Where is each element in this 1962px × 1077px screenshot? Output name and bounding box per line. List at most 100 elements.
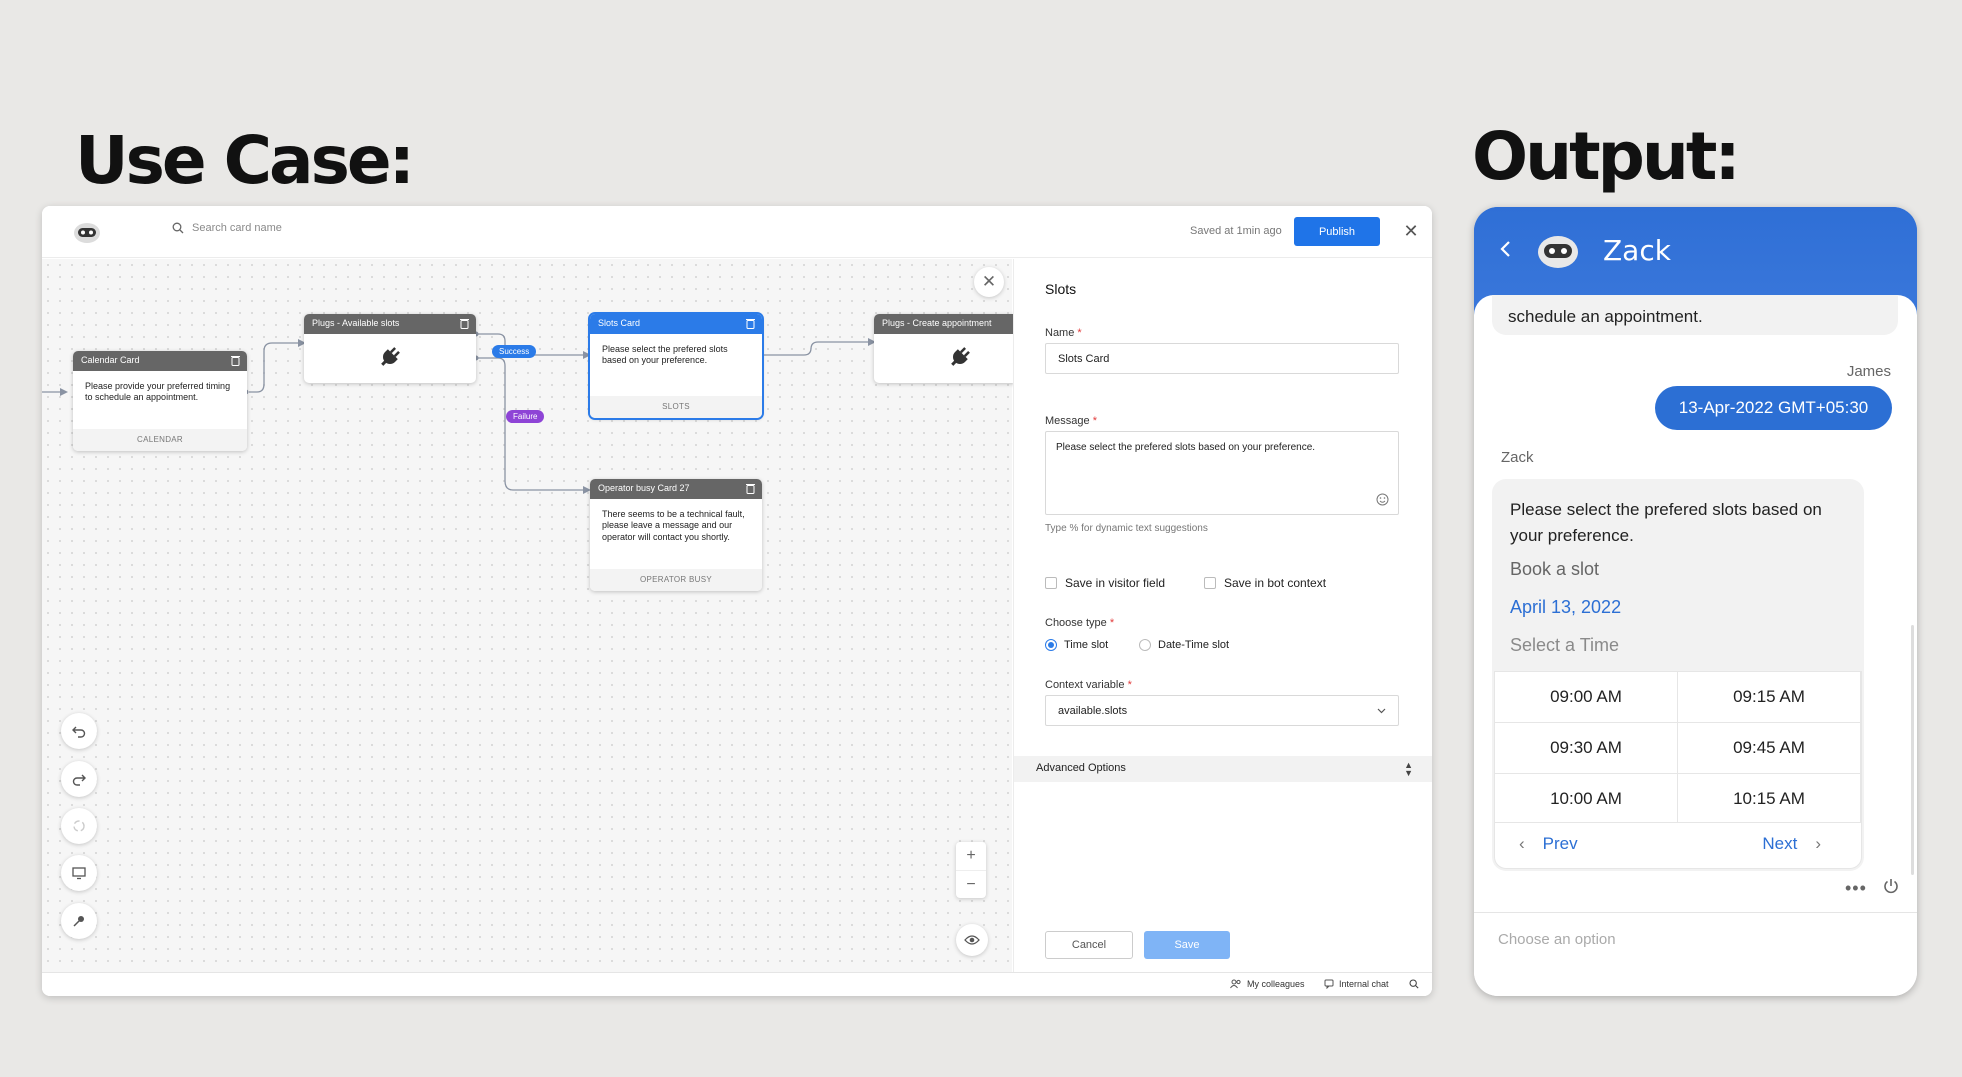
bot-avatar <box>1538 236 1578 268</box>
redo-icon <box>72 774 86 786</box>
chevron-down-icon <box>1377 708 1386 714</box>
time-slot-grid: 09:00 AM 09:15 AM 09:30 AM 09:45 AM 10:0… <box>1494 671 1862 825</box>
advanced-options-toggle[interactable]: Advanced Options ▲ ▼ <box>1014 756 1432 782</box>
top-bar: Search card name Saved at 1min ago Publi… <box>42 206 1432 258</box>
card-title: Operator busy Card 27 <box>598 483 690 493</box>
close-panel-icon[interactable]: ✕ <box>974 267 1004 297</box>
previous-bot-message: schedule an appointment. <box>1492 295 1898 335</box>
bot-builder-window: Search card name Saved at 1min ago Publi… <box>42 206 1432 996</box>
zoom-in-icon[interactable]: + <box>956 842 986 870</box>
my-colleagues-link[interactable]: My colleagues <box>1230 979 1305 989</box>
saved-status: Saved at 1min ago <box>1190 225 1282 237</box>
card-title: Calendar Card <box>81 355 140 365</box>
user-message: 13-Apr-2022 GMT+05:30 <box>1655 386 1892 430</box>
internal-chat-link[interactable]: Internal chat <box>1324 979 1389 989</box>
status-search-icon[interactable] <box>1409 979 1419 989</box>
undo-button[interactable] <box>61 713 97 749</box>
slots-card[interactable]: Slots Card Please select the prefered sl… <box>588 312 764 420</box>
message-label: Message * <box>1045 415 1097 427</box>
search-icon <box>172 222 184 234</box>
status-bar: My colleagues Internal chat <box>42 972 1432 996</box>
book-slot-label: Book a slot <box>1510 559 1600 579</box>
pin-icon <box>73 916 84 927</box>
save-button[interactable]: Save <box>1144 931 1230 959</box>
slot-pagination: ‹ Prev Next › <box>1494 823 1862 869</box>
operator-busy-card[interactable]: Operator busy Card 27 There seems to be … <box>590 479 762 591</box>
preview-screen-button[interactable] <box>61 855 97 891</box>
cancel-button[interactable]: Cancel <box>1045 931 1133 959</box>
plugs-create-appointment-card[interactable]: Plugs - Create appointment <box>874 314 1024 383</box>
time-slot[interactable]: 09:15 AM <box>1678 672 1861 723</box>
bot-label: Zack <box>1501 449 1534 466</box>
trash-icon[interactable] <box>746 483 755 494</box>
select-time-label: Select a Time <box>1510 635 1620 655</box>
card-message: Please select the prefered slots based o… <box>602 344 728 366</box>
chat-input[interactable]: Choose an option <box>1474 912 1917 996</box>
chat-scrollbar[interactable] <box>1911 625 1914 875</box>
card-title: Plugs - Available slots <box>312 318 400 328</box>
close-icon[interactable]: ✕ <box>1400 220 1422 242</box>
undo-icon <box>72 726 86 738</box>
output-heading: Output: <box>1472 118 1741 195</box>
back-arrow-icon[interactable] <box>1498 237 1514 261</box>
radio-date-time-slot[interactable]: Date-Time slot <box>1139 639 1229 651</box>
card-title: Slots Card <box>598 318 641 328</box>
search-card[interactable]: Search card name <box>172 222 282 234</box>
more-options-icon[interactable]: ••• <box>1845 878 1867 899</box>
chat-icon <box>1324 979 1334 989</box>
card-type-calendar: CALENDAR <box>73 429 247 451</box>
chat-widget: Zack schedule an appointment. James 13-A… <box>1474 207 1917 996</box>
trash-icon[interactable] <box>460 318 469 329</box>
failure-edge-label: Failure <box>506 410 545 423</box>
zoom-out-icon[interactable]: − <box>956 870 986 898</box>
message-text: Please select the prefered slots based o… <box>1056 442 1316 453</box>
publish-button[interactable]: Publish <box>1294 217 1380 246</box>
card-message: There seems to be a technical fault, ple… <box>602 509 745 542</box>
slots-properties-panel: Slots Name * Slots Card Message * Please… <box>1013 259 1432 972</box>
preview-button[interactable] <box>956 924 988 956</box>
zoom-control: + − <box>956 842 986 898</box>
bot-message-text: Please select the prefered slots based o… <box>1510 500 1822 545</box>
calendar-card[interactable]: Calendar Card Please provide your prefer… <box>73 351 247 451</box>
chat-messages: schedule an appointment. James 13-Apr-20… <box>1474 295 1917 905</box>
time-slot[interactable]: 09:45 AM <box>1678 723 1861 774</box>
name-field[interactable]: Slots Card <box>1045 343 1399 374</box>
card-title: Plugs - Create appointment <box>882 318 992 328</box>
power-icon[interactable] <box>1882 877 1900 895</box>
save-visitor-checkbox[interactable]: Save in visitor field <box>1045 576 1165 590</box>
prev-button[interactable]: ‹ Prev <box>1519 834 1578 854</box>
plug-icon <box>951 347 970 366</box>
use-case-heading: Use Case: <box>75 122 415 199</box>
time-slot[interactable]: 10:00 AM <box>1495 774 1678 825</box>
radio-time-slot[interactable]: Time slot <box>1045 639 1108 651</box>
panel-title: Slots <box>1045 281 1077 297</box>
time-slot[interactable]: 10:15 AM <box>1678 774 1861 825</box>
time-slot[interactable]: 09:30 AM <box>1495 723 1678 774</box>
next-button[interactable]: Next › <box>1762 834 1821 854</box>
bot-name: Zack <box>1603 234 1671 267</box>
save-bot-context-checkbox[interactable]: Save in bot context <box>1204 576 1326 590</box>
name-label: Name * <box>1045 327 1082 339</box>
trash-icon[interactable] <box>746 318 755 329</box>
redo-button[interactable] <box>61 761 97 797</box>
time-slot[interactable]: 09:00 AM <box>1495 672 1678 723</box>
monitor-icon <box>72 867 86 880</box>
flow-canvas[interactable]: Calendar Card Please provide your prefer… <box>42 259 1024 972</box>
people-icon <box>1230 979 1241 989</box>
success-edge-label: Success <box>492 345 537 358</box>
sort-arrows-icon: ▲ ▼ <box>1404 760 1413 778</box>
context-variable-label: Context variable * <box>1045 679 1132 691</box>
emoji-icon[interactable] <box>1376 493 1389 506</box>
card-type-slots: SLOTS <box>590 396 762 418</box>
context-variable-select[interactable]: available.slots <box>1045 695 1399 726</box>
bot-slot-message: Please select the prefered slots based o… <box>1492 479 1864 871</box>
reset-button[interactable] <box>61 808 97 844</box>
plugs-available-slots-card[interactable]: Plugs - Available slots <box>304 314 476 383</box>
search-input[interactable]: Search card name <box>192 222 282 234</box>
card-type-operator-busy: OPERATOR BUSY <box>590 569 762 591</box>
message-field[interactable]: Please select the prefered slots based o… <box>1045 431 1399 515</box>
choose-type-label: Choose type * <box>1045 617 1115 629</box>
trash-icon[interactable] <box>231 355 240 366</box>
pin-button[interactable] <box>61 903 97 939</box>
selected-date[interactable]: April 13, 2022 <box>1510 597 1621 618</box>
